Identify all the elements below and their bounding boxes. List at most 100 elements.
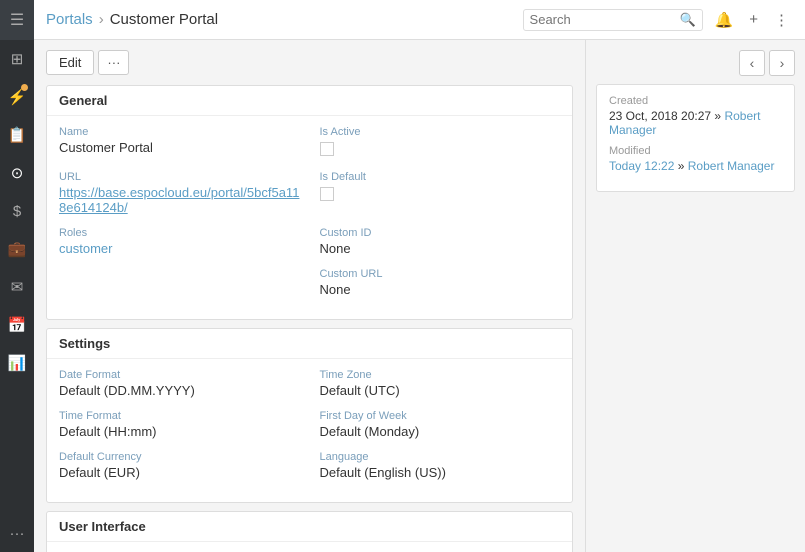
currency-label: Default Currency bbox=[59, 451, 300, 463]
custom-url-row: Custom URL None bbox=[59, 268, 560, 297]
url-link[interactable]: https://base.espocloud.eu/portal/5bcf5a1… bbox=[59, 185, 299, 215]
search-box[interactable]: 🔍 bbox=[523, 9, 703, 31]
time-format-label: Time Format bbox=[59, 410, 300, 422]
sidebar-cases-icon[interactable]: 💼 bbox=[0, 230, 34, 268]
topbar-right: 🔍 🔔 + ⋮ bbox=[523, 9, 793, 31]
created-value: 23 Oct, 2018 20:27 » Robert Manager bbox=[609, 109, 782, 137]
name-field: Name Customer Portal bbox=[59, 126, 300, 159]
left-panel: Edit ··· General Name Customer Portal Is… bbox=[34, 40, 585, 552]
general-panel: General Name Customer Portal Is Active bbox=[46, 85, 573, 320]
roles-field: Roles customer bbox=[59, 227, 300, 256]
more-button[interactable]: ··· bbox=[98, 50, 129, 75]
time-format-field: Time Format Default (HH:mm) bbox=[59, 410, 300, 439]
is-active-value bbox=[320, 140, 561, 159]
add-icon[interactable]: + bbox=[745, 9, 762, 30]
action-bar: Edit ··· bbox=[46, 50, 573, 75]
language-field: Language Default (English (US)) bbox=[320, 451, 561, 480]
sidebar-activity-icon[interactable]: ⚡ bbox=[0, 78, 34, 116]
is-default-checkbox[interactable] bbox=[320, 187, 334, 201]
custom-id-field: Custom ID None bbox=[320, 227, 561, 256]
timezone-label: Time Zone bbox=[320, 369, 561, 381]
modified-label: Modified bbox=[609, 145, 782, 157]
currency-language-row: Default Currency Default (EUR) Language … bbox=[59, 451, 560, 480]
modified-sep: » bbox=[678, 159, 688, 173]
sidebar-reports-icon[interactable]: 📊 bbox=[0, 344, 34, 382]
breadcrumb-parent[interactable]: Portals bbox=[46, 11, 93, 28]
settings-panel-title: Settings bbox=[47, 329, 572, 359]
topbar: Portals › Customer Portal 🔍 🔔 + ⋮ bbox=[34, 0, 805, 40]
date-timezone-row: Date Format Default (DD.MM.YYYY) Time Zo… bbox=[59, 369, 560, 398]
timezone-value: Default (UTC) bbox=[320, 383, 561, 398]
created-date: 23 Oct, 2018 20:27 bbox=[609, 109, 711, 123]
modified-date: Today 12:22 bbox=[609, 159, 674, 173]
sidebar-records-icon[interactable]: 📋 bbox=[0, 116, 34, 154]
breadcrumb-sep: › bbox=[99, 11, 104, 28]
url-label: URL bbox=[59, 171, 300, 183]
search-input[interactable] bbox=[530, 12, 680, 27]
currency-field: Default Currency Default (EUR) bbox=[59, 451, 300, 480]
timezone-field: Time Zone Default (UTC) bbox=[320, 369, 561, 398]
first-day-field: First Day of Week Default (Monday) bbox=[320, 410, 561, 439]
notifications-icon[interactable]: 🔔 bbox=[711, 9, 738, 31]
is-default-value bbox=[320, 185, 561, 204]
date-format-value: Default (DD.MM.YYYY) bbox=[59, 383, 300, 398]
main-content: Portals › Customer Portal 🔍 🔔 + ⋮ Edit ·… bbox=[34, 0, 805, 552]
timeformat-firstday-row: Time Format Default (HH:mm) First Day of… bbox=[59, 410, 560, 439]
roles-value: customer bbox=[59, 241, 300, 256]
ui-panel-title: User Interface bbox=[47, 512, 572, 542]
meta-nav: ‹ › bbox=[596, 50, 795, 76]
general-panel-body: Name Customer Portal Is Active URL bbox=[47, 116, 572, 319]
is-active-field: Is Active bbox=[320, 126, 561, 159]
roles-link[interactable]: customer bbox=[59, 241, 112, 256]
modified-value: Today 12:22 » Robert Manager bbox=[609, 159, 782, 173]
first-day-label: First Day of Week bbox=[320, 410, 561, 422]
first-day-value: Default (Monday) bbox=[320, 424, 561, 439]
sidebar-finance-icon[interactable]: $ bbox=[0, 192, 34, 230]
name-value: Customer Portal bbox=[59, 140, 300, 155]
time-format-value: Default (HH:mm) bbox=[59, 424, 300, 439]
sidebar-more-icon[interactable]: ··· bbox=[0, 514, 34, 552]
created-label: Created bbox=[609, 95, 782, 107]
content-area: Edit ··· General Name Customer Portal Is… bbox=[34, 40, 805, 552]
search-icon[interactable]: 🔍 bbox=[680, 12, 696, 28]
right-panel: ‹ › Created 23 Oct, 2018 20:27 » Robert … bbox=[585, 40, 805, 552]
breadcrumb-current: Customer Portal bbox=[110, 11, 218, 28]
sidebar-calendar-icon[interactable]: 📅 bbox=[0, 306, 34, 344]
language-value: Default (English (US)) bbox=[320, 465, 561, 480]
name-label: Name bbox=[59, 126, 300, 138]
sidebar-email-icon[interactable]: ✉ bbox=[0, 268, 34, 306]
topbar-left: Portals › Customer Portal bbox=[46, 11, 523, 28]
is-active-checkbox[interactable] bbox=[320, 142, 334, 156]
ui-panel-body: Logo EspoCRM Theme Default (Vertical Haz… bbox=[47, 542, 572, 552]
options-icon[interactable]: ⋮ bbox=[770, 9, 793, 31]
is-active-label: Is Active bbox=[320, 126, 561, 138]
date-format-field: Date Format Default (DD.MM.YYYY) bbox=[59, 369, 300, 398]
date-format-label: Date Format bbox=[59, 369, 300, 381]
sidebar: ☰ ⊞ ⚡ 📋 ⊙ $ 💼 ✉ 📅 📊 ··· bbox=[0, 0, 34, 552]
url-isdefault-row: URL https://base.espocloud.eu/portal/5bc… bbox=[59, 171, 560, 215]
sidebar-menu-icon[interactable]: ☰ bbox=[0, 0, 34, 40]
currency-value: Default (EUR) bbox=[59, 465, 300, 480]
roles-label: Roles bbox=[59, 227, 300, 239]
breadcrumb: Portals › Customer Portal bbox=[46, 11, 218, 28]
next-button[interactable]: › bbox=[769, 50, 795, 76]
edit-button[interactable]: Edit bbox=[46, 50, 94, 75]
sidebar-home-icon[interactable]: ⊞ bbox=[0, 40, 34, 78]
url-field: URL https://base.espocloud.eu/portal/5bc… bbox=[59, 171, 300, 215]
general-panel-title: General bbox=[47, 86, 572, 116]
custom-url-value: None bbox=[320, 282, 561, 297]
language-label: Language bbox=[320, 451, 561, 463]
settings-panel: Settings Date Format Default (DD.MM.YYYY… bbox=[46, 328, 573, 503]
is-default-label: Is Default bbox=[320, 171, 561, 183]
is-default-field: Is Default bbox=[320, 171, 561, 215]
roles-customid-row: Roles customer Custom ID None bbox=[59, 227, 560, 256]
sidebar-portal-icon[interactable]: ⊙ bbox=[0, 154, 34, 192]
meta-panel: Created 23 Oct, 2018 20:27 » Robert Mana… bbox=[596, 84, 795, 192]
url-value: https://base.espocloud.eu/portal/5bcf5a1… bbox=[59, 185, 300, 215]
prev-button[interactable]: ‹ bbox=[739, 50, 765, 76]
settings-panel-body: Date Format Default (DD.MM.YYYY) Time Zo… bbox=[47, 359, 572, 502]
modified-by[interactable]: Robert Manager bbox=[688, 159, 775, 173]
custom-id-label: Custom ID bbox=[320, 227, 561, 239]
name-isactive-row: Name Customer Portal Is Active bbox=[59, 126, 560, 159]
custom-url-field bbox=[59, 268, 300, 297]
